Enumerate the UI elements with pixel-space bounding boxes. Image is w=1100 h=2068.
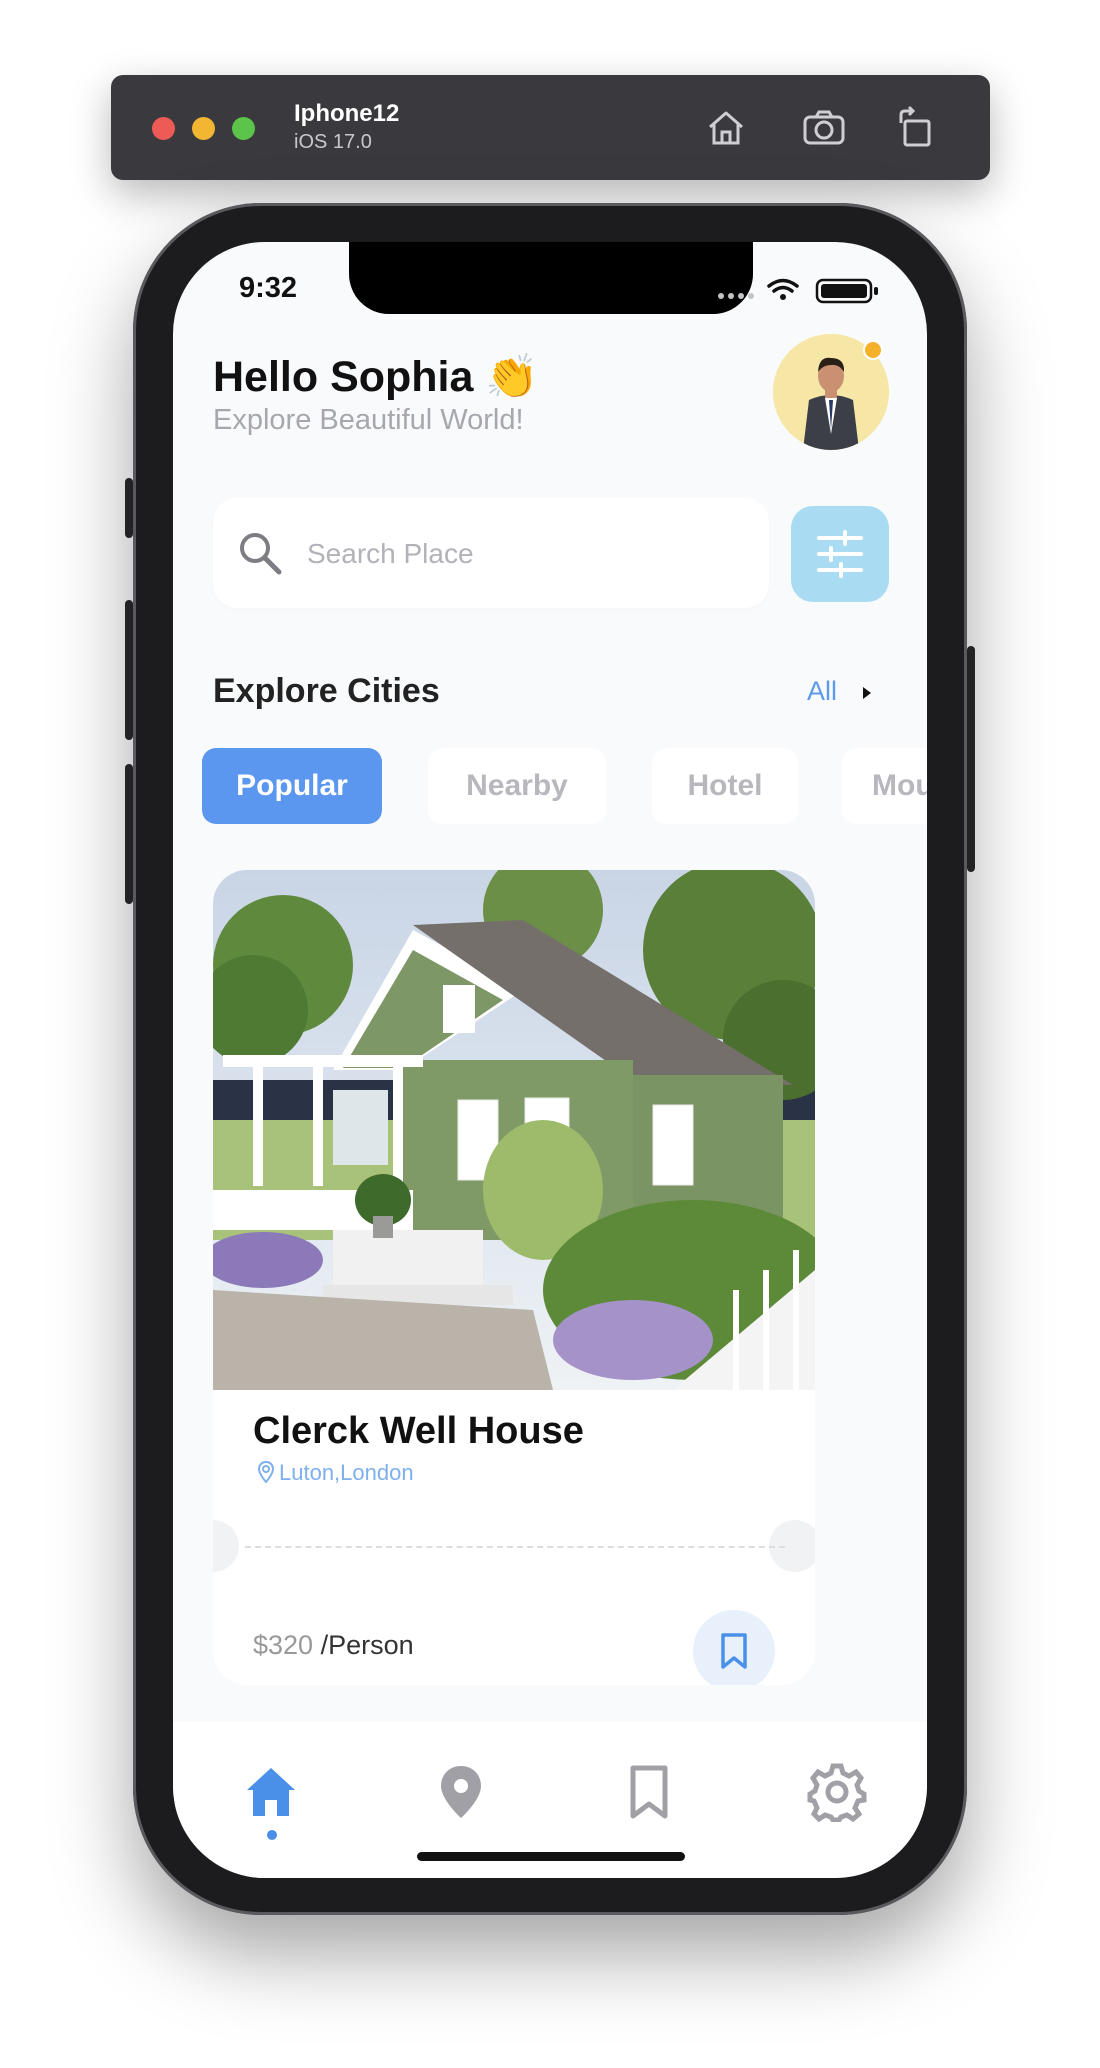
active-tab-indicator <box>267 1830 277 1840</box>
bookmark-icon <box>721 1633 747 1669</box>
notch <box>349 242 753 314</box>
price-value: $320 <box>253 1630 314 1660</box>
search-bar <box>213 498 769 608</box>
volume-down-button <box>125 764 133 904</box>
screenshot-camera-icon[interactable] <box>801 105 847 151</box>
home-icon[interactable] <box>703 105 749 151</box>
mute-switch <box>125 478 133 538</box>
power-button <box>967 646 975 872</box>
search-input[interactable] <box>305 528 749 580</box>
bookmark-button[interactable] <box>693 1610 775 1685</box>
category-chips: Popular Nearby Hotel Mou <box>202 748 927 826</box>
price-text: $320 /Person <box>253 1630 414 1661</box>
chip-hotel[interactable]: Hotel <box>652 748 798 824</box>
simulator-toolbar: Iphone12 iOS 17.0 <box>111 75 990 180</box>
minimize-window-button[interactable] <box>192 117 215 140</box>
home-indicator <box>417 1852 685 1861</box>
location-pin-icon[interactable] <box>431 1762 491 1822</box>
status-time: 9:32 <box>239 272 298 304</box>
chip-nearby[interactable]: Nearby <box>428 748 606 824</box>
wifi-icon <box>767 278 799 293</box>
filter-button[interactable] <box>791 506 889 602</box>
gear-icon[interactable] <box>807 1762 867 1822</box>
location-pin-icon <box>257 1460 275 1484</box>
search-icon <box>240 533 282 575</box>
greeting-title: Hello Sophia 👏 <box>213 353 539 401</box>
greeting-subtitle: Explore Beautiful World! <box>213 404 524 436</box>
price-unit: /Person <box>320 1630 414 1660</box>
explore-section-title: Explore Cities <box>213 672 440 710</box>
status-icons <box>718 278 878 304</box>
device-name: Iphone12 <box>294 100 400 127</box>
sliders-icon <box>817 530 863 578</box>
cellular-signal-icon <box>718 293 754 299</box>
rotate-device-icon[interactable] <box>893 105 939 151</box>
dashed-divider <box>245 1546 785 1548</box>
device-os-version: iOS 17.0 <box>294 131 372 153</box>
chip-mountain[interactable]: Mou <box>842 748 927 824</box>
zoom-window-button[interactable] <box>232 117 255 140</box>
ticket-notch-left <box>213 1520 239 1572</box>
notification-dot <box>863 340 883 360</box>
phone-screen: 9:32 Hello Sophia 👏 Explore Beautiful Wo… <box>173 242 927 1878</box>
chip-popular[interactable]: Popular <box>202 748 382 824</box>
place-location: Luton,London <box>279 1460 414 1485</box>
place-card[interactable]: Clerck Well House Luton,London $320 /Per… <box>213 870 815 1685</box>
volume-up-button <box>125 600 133 740</box>
see-all-link[interactable]: All <box>807 676 837 707</box>
home-icon[interactable] <box>241 1762 301 1822</box>
battery-icon <box>815 278 878 304</box>
house-photo <box>213 870 815 1390</box>
bookmark-icon[interactable] <box>619 1762 679 1822</box>
close-window-button[interactable] <box>152 117 175 140</box>
caret-right-icon[interactable] <box>857 680 877 706</box>
place-title: Clerck Well House <box>253 1410 584 1452</box>
